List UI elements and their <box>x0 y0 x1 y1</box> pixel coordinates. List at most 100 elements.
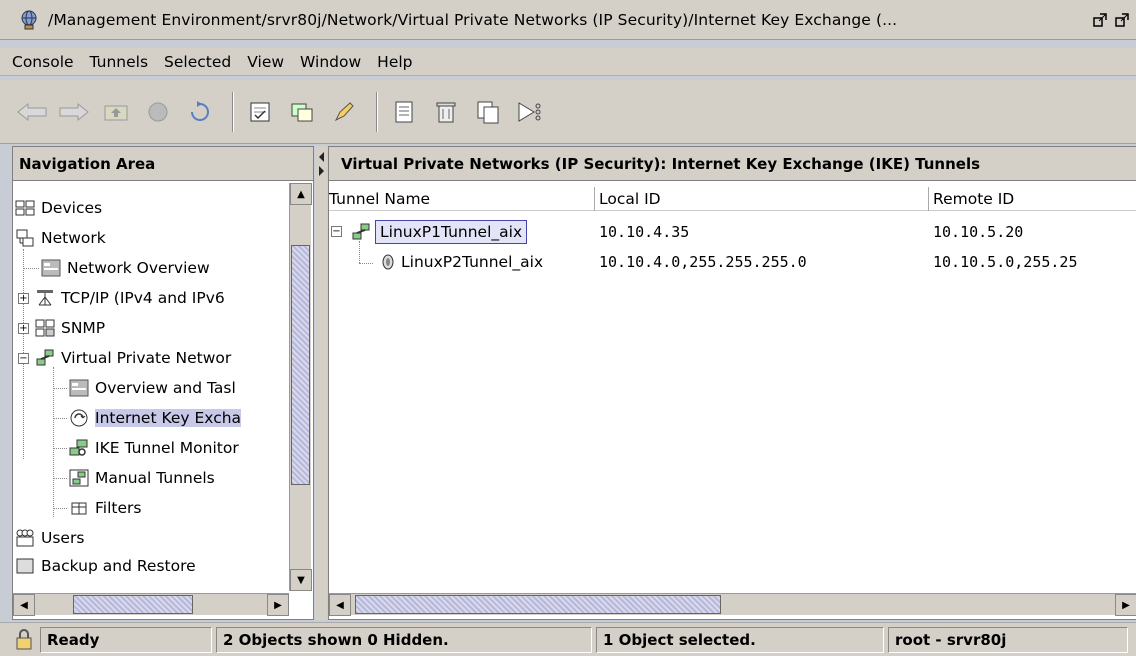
collapse-icon[interactable]: − <box>331 226 342 237</box>
tree-item-backup[interactable]: Backup and Restore <box>15 555 196 577</box>
navigation-header: Navigation Area <box>13 147 313 181</box>
scroll-thumb[interactable] <box>73 595 193 614</box>
stop-icon[interactable] <box>140 94 176 130</box>
tree-item-ike[interactable]: Internet Key Excha <box>69 405 242 431</box>
local-id-cell: 10.10.4.0,255.255.255.0 <box>599 253 807 271</box>
nav-vertical-scrollbar[interactable]: ▲ ▼ <box>289 183 312 591</box>
scroll-left-arrow-icon[interactable]: ◀ <box>13 594 35 616</box>
tree-item-network-overview[interactable]: Network Overview <box>41 255 210 281</box>
delete-icon[interactable] <box>428 94 464 130</box>
table-row[interactable]: − LinuxP1Tunnel_aix 10.10.4.35 10.10.5.2… <box>329 219 1136 245</box>
users-icon <box>15 529 35 547</box>
tree-item-label: Backup and Restore <box>41 557 196 575</box>
menu-tunnels[interactable]: Tunnels <box>90 53 149 71</box>
navigation-tree: Devices Network Network Overview + TCP/I… <box>13 183 289 591</box>
scroll-right-arrow-icon[interactable]: ▶ <box>1115 594 1136 616</box>
tree-line <box>23 268 39 269</box>
copy-object-icon[interactable] <box>284 94 320 130</box>
tree-item-label: Virtual Private Networ <box>61 349 232 367</box>
ike-icon <box>69 409 89 427</box>
toolbar-separator <box>376 91 378 132</box>
content-panel: Virtual Private Networks (IP Security): … <box>328 146 1136 620</box>
column-header-local-id[interactable]: Local ID <box>595 187 929 211</box>
menu-window[interactable]: Window <box>300 53 361 71</box>
backup-icon <box>15 557 35 575</box>
collapse-icon[interactable]: − <box>18 353 29 364</box>
up-folder-icon[interactable] <box>98 94 134 130</box>
tree-item-devices[interactable]: Devices <box>15 195 102 221</box>
tree-item-vpn-overview[interactable]: Overview and Tasl <box>69 375 236 401</box>
status-user: root - srvr80j <box>888 627 1128 653</box>
tree-item-label: Network <box>41 229 106 247</box>
content-header: Virtual Private Networks (IP Security): … <box>329 147 1136 181</box>
scroll-up-arrow-icon[interactable]: ▲ <box>290 183 312 205</box>
tree-line <box>53 478 67 479</box>
tree-item-tcpip[interactable]: TCP/IP (IPv4 and IPv6 <box>35 285 225 311</box>
tree-line <box>53 367 54 517</box>
panel-splitter[interactable] <box>315 146 327 620</box>
column-header-tunnel-name[interactable]: Tunnel Name <box>329 187 595 211</box>
tree-item-label: Manual Tunnels <box>95 469 215 487</box>
overview-icon <box>69 379 89 397</box>
tree-item-label: IKE Tunnel Monitor <box>95 439 239 457</box>
forward-arrow-icon[interactable] <box>56 94 92 130</box>
copy-icon[interactable] <box>470 94 506 130</box>
tree-line <box>53 388 67 389</box>
tree-item-label: Devices <box>41 199 103 217</box>
scroll-right-arrow-icon[interactable]: ▶ <box>267 594 289 616</box>
menu-view[interactable]: View <box>247 53 284 71</box>
scroll-left-arrow-icon[interactable]: ◀ <box>329 594 351 616</box>
tunnel-name: LinuxP1Tunnel_aix <box>375 220 528 244</box>
document-icon[interactable] <box>386 94 422 130</box>
content-horizontal-scrollbar[interactable]: ◀ ▶ <box>329 593 1136 616</box>
tree-item-manual-tunnels[interactable]: Manual Tunnels <box>69 465 215 491</box>
tcpip-icon <box>35 289 55 307</box>
vpn-icon <box>351 223 373 241</box>
expand-icon[interactable]: + <box>18 293 29 304</box>
scroll-thumb[interactable] <box>291 245 310 485</box>
vpn-icon <box>35 349 55 367</box>
tree-item-users[interactable]: Users <box>15 525 84 551</box>
tree-item-label: SNMP <box>61 319 106 337</box>
overview-icon <box>41 259 61 277</box>
tree-item-ike-monitor[interactable]: IKE Tunnel Monitor <box>69 435 239 461</box>
snmp-icon <box>35 319 55 337</box>
tree-item-filters[interactable]: Filters <box>69 495 141 521</box>
tree-item-label: Network Overview <box>67 259 210 277</box>
nav-horizontal-scrollbar[interactable]: ◀ ▶ <box>13 593 289 616</box>
status-selected-count: 1 Object selected. <box>596 627 884 653</box>
properties-icon[interactable] <box>242 94 278 130</box>
table-row[interactable]: LinuxP2Tunnel_aix 10.10.4.0,255.255.255.… <box>329 249 1136 275</box>
navigation-panel: Navigation Area Devices Network Network … <box>12 146 314 620</box>
tunnel-name: LinuxP2Tunnel_aix <box>401 253 544 271</box>
expand-icon[interactable]: + <box>18 323 29 334</box>
tree-line <box>53 448 67 449</box>
title-bar: /Management Environment/srvr80j/Network/… <box>0 0 1136 40</box>
app-globe-icon <box>18 9 40 31</box>
monitor-icon <box>69 439 89 457</box>
menu-selected[interactable]: Selected <box>164 53 231 71</box>
tunnel-name-cell: LinuxP1Tunnel_aix <box>351 219 528 245</box>
tree-item-network[interactable]: Network <box>15 225 106 251</box>
tunnel-icon <box>379 253 397 271</box>
table-header: Tunnel Name Local ID Remote ID <box>329 187 1136 211</box>
network-icon <box>15 229 35 247</box>
scroll-down-arrow-icon[interactable]: ▼ <box>290 569 312 591</box>
menu-help[interactable]: Help <box>377 53 412 71</box>
maximize-icon[interactable] <box>1114 12 1132 28</box>
tree-item-snmp[interactable]: SNMP <box>35 315 105 341</box>
tree-item-label: Internet Key Excha <box>95 409 242 427</box>
menu-bar: Console Tunnels Selected View Window Hel… <box>0 48 1136 76</box>
scroll-thumb[interactable] <box>355 595 721 614</box>
status-objects-count: 2 Objects shown 0 Hidden. <box>216 627 592 653</box>
refresh-icon[interactable] <box>182 94 218 130</box>
run-icon[interactable] <box>512 94 548 130</box>
menu-console[interactable]: Console <box>12 53 74 71</box>
back-arrow-icon[interactable] <box>14 94 50 130</box>
column-header-remote-id[interactable]: Remote ID <box>929 187 1136 211</box>
tree-item-vpn[interactable]: Virtual Private Networ <box>35 345 231 371</box>
restore-icon[interactable] <box>1092 12 1110 28</box>
tree-item-label: Users <box>41 529 85 547</box>
toolbar-separator <box>232 91 234 132</box>
edit-icon[interactable] <box>326 94 362 130</box>
